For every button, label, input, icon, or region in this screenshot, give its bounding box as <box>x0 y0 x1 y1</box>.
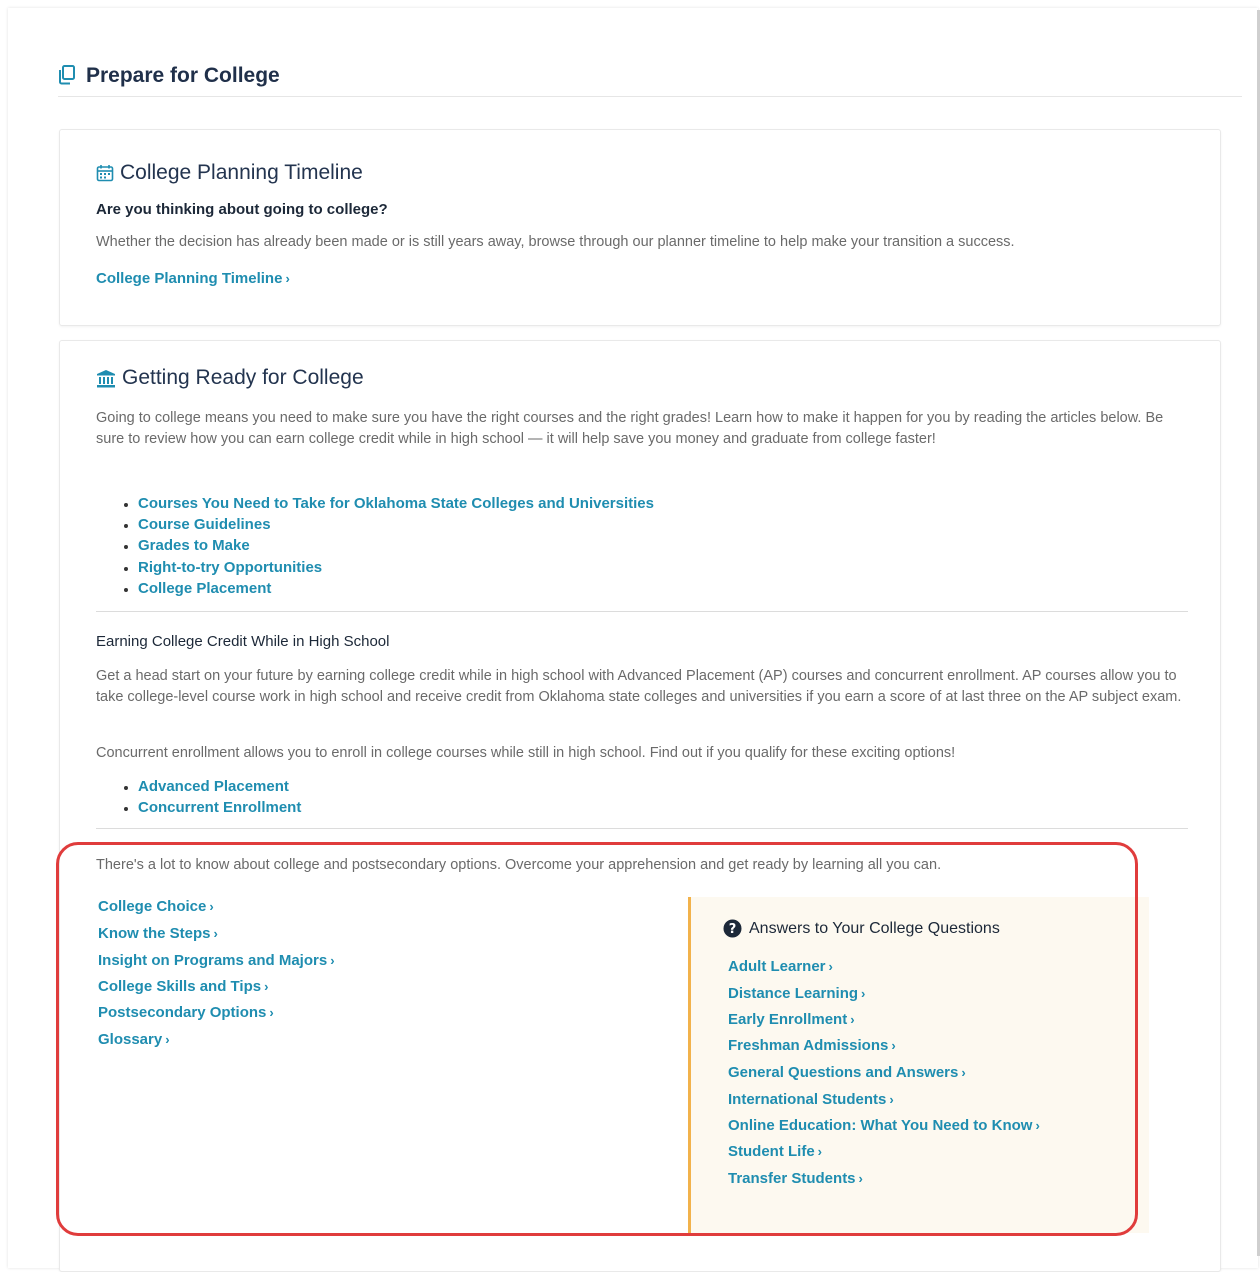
chevron-right-icon: › <box>330 953 335 968</box>
topic-link-label: Insight on Programs and Majors <box>98 952 328 969</box>
faq-link-label: Freshman Admissions <box>728 1037 889 1054</box>
faq-link-label: Online Education: What You Need to Know <box>728 1117 1033 1134</box>
copy-icon <box>59 65 75 85</box>
question-circle-icon: ? <box>723 919 742 938</box>
timeline-card: College Planning Timeline Are you thinki… <box>59 129 1221 326</box>
topic-link[interactable]: College Choice › <box>98 898 214 915</box>
credit-link-list: Advanced Placement Concurrent Enrollment <box>96 776 301 818</box>
faq-title: ? Answers to Your College Questions <box>723 919 1000 938</box>
topic-link-label: Postsecondary Options <box>98 1004 267 1021</box>
article-link[interactable]: Right-to-try Opportunities <box>138 559 322 576</box>
getting-ready-intro: Going to college means you need to make … <box>96 410 1164 447</box>
concurrent-text: Concurrent enrollment allows you to enro… <box>96 745 956 761</box>
faq-link[interactable]: Student Life › <box>728 1143 822 1160</box>
institution-icon <box>97 369 115 387</box>
credit-link[interactable]: Advanced Placement <box>138 778 289 795</box>
topic-link-label: College Choice <box>98 898 207 915</box>
chevron-right-icon: › <box>264 979 269 994</box>
topic-link[interactable]: Know the Steps › <box>98 925 218 942</box>
topic-link-label: College Skills and Tips <box>98 978 262 995</box>
faq-link-label: International Students <box>728 1091 887 1108</box>
faq-link[interactable]: Adult Learner › <box>728 958 833 975</box>
chevron-right-icon: › <box>889 1092 894 1107</box>
article-link[interactable]: Course Guidelines <box>138 516 271 533</box>
article-link[interactable]: Grades to Make <box>138 537 250 554</box>
timeline-card-title-text: College Planning Timeline <box>120 161 363 184</box>
topic-link-label: Glossary <box>98 1031 163 1048</box>
faq-link[interactable]: Early Enrollment › <box>728 1011 855 1028</box>
list-item: Advanced Placement <box>138 776 301 797</box>
chevron-right-icon: › <box>165 1032 170 1047</box>
list-item: Courses You Need to Take for Oklahoma St… <box>138 493 654 514</box>
list-item: Course Guidelines <box>138 514 654 535</box>
article-link-list: Courses You Need to Take for Oklahoma St… <box>96 493 654 599</box>
topic-link[interactable]: Glossary › <box>98 1031 170 1048</box>
list-item: Grades to Make <box>138 535 654 556</box>
faq-link-label: Early Enrollment <box>728 1011 848 1028</box>
faq-link[interactable]: Freshman Admissions › <box>728 1037 896 1054</box>
timeline-link-label: College Planning Timeline <box>96 270 283 287</box>
chevron-right-icon: › <box>285 271 290 286</box>
lead-text: There's a lot to know about college and … <box>96 857 942 873</box>
chevron-right-icon: › <box>213 926 218 941</box>
topic-link[interactable]: Insight on Programs and Majors › <box>98 952 335 969</box>
svg-text:?: ? <box>729 922 737 937</box>
page-title: Prepare for College <box>86 64 280 87</box>
divider <box>96 828 1188 829</box>
list-item: College Placement <box>138 578 654 599</box>
list-item: Right-to-try Opportunities <box>138 557 654 578</box>
article-link[interactable]: Courses You Need to Take for Oklahoma St… <box>138 495 654 512</box>
divider <box>96 611 1188 612</box>
chevron-right-icon: › <box>891 1038 896 1053</box>
topic-link[interactable]: College Skills and Tips › <box>98 978 268 995</box>
faq-link-label: Transfer Students <box>728 1170 856 1187</box>
chevron-right-icon: › <box>828 959 833 974</box>
chevron-right-icon: › <box>209 899 214 914</box>
faq-panel: ? Answers to Your College Questions Adul… <box>688 897 1149 1233</box>
calendar-icon <box>96 165 114 182</box>
page-header: Prepare for College <box>58 62 1242 97</box>
faq-link[interactable]: General Questions and Answers › <box>728 1064 966 1081</box>
faq-link-label: Student Life <box>728 1143 815 1160</box>
faq-link[interactable]: International Students › <box>728 1091 894 1108</box>
chevron-right-icon: › <box>858 1171 863 1186</box>
article-link[interactable]: College Placement <box>138 580 271 597</box>
faq-title-text: Answers to Your College Questions <box>749 919 1000 937</box>
chevron-right-icon: › <box>861 986 866 1001</box>
credit-heading: Earning College Credit While in High Sch… <box>96 633 390 650</box>
credit-link[interactable]: Concurrent Enrollment <box>138 799 301 816</box>
faq-link-label: General Questions and Answers <box>728 1064 959 1081</box>
getting-ready-card: Getting Ready for College Going to colle… <box>59 340 1221 1272</box>
faq-link-label: Distance Learning <box>728 985 859 1002</box>
faq-link[interactable]: Distance Learning › <box>728 985 865 1002</box>
timeline-link[interactable]: College Planning Timeline › <box>96 270 290 287</box>
getting-ready-title: Getting Ready for College <box>96 365 364 391</box>
chevron-right-icon: › <box>817 1144 823 1159</box>
topic-link-label: Know the Steps <box>98 925 211 942</box>
topic-link[interactable]: Postsecondary Options › <box>98 1004 274 1021</box>
chevron-right-icon: › <box>961 1065 966 1080</box>
list-item: Concurrent Enrollment <box>138 797 301 818</box>
timeline-card-title: College Planning Timeline <box>96 160 363 186</box>
chevron-right-icon: › <box>1035 1118 1040 1133</box>
getting-ready-title-text: Getting Ready for College <box>122 366 364 389</box>
timeline-question: Are you thinking about going to college? <box>96 201 388 218</box>
faq-link[interactable]: Online Education: What You Need to Know › <box>728 1117 1040 1134</box>
timeline-description: Whether the decision has already been ma… <box>96 234 1015 250</box>
chevron-right-icon: › <box>850 1012 855 1027</box>
faq-link-label: Adult Learner <box>728 958 826 975</box>
chevron-right-icon: › <box>269 1005 274 1020</box>
credit-text: Get a head start on your future by earni… <box>96 668 1182 705</box>
faq-link[interactable]: Transfer Students › <box>728 1170 863 1187</box>
